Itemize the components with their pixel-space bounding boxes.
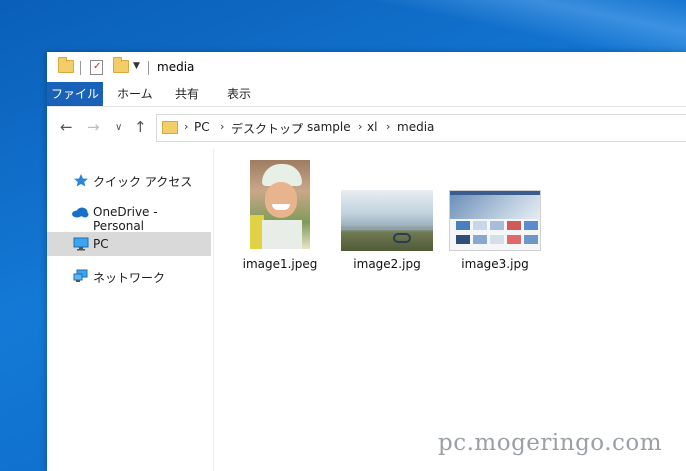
file-name[interactable]: image2.jpg [347, 257, 427, 271]
properties-icon[interactable]: ✓ [90, 60, 103, 75]
network-icon [73, 269, 88, 282]
file-name[interactable]: image1.jpeg [240, 257, 320, 271]
tab-home[interactable]: ホーム [117, 82, 153, 106]
file-name[interactable]: image3.jpg [455, 257, 535, 271]
breadcrumb-media[interactable]: media [397, 120, 434, 134]
navigation-bar: ← → ∨ ↑ › PC › デスクトップ › sample › xl › me… [47, 107, 686, 149]
sidebar-item-label: ネットワーク [93, 271, 166, 285]
breadcrumb-chevron-icon[interactable]: › [358, 120, 362, 133]
sidebar-item-onedrive[interactable]: OneDrive - Personal [47, 200, 211, 233]
sidebar-item-label: クイック アクセス [93, 175, 193, 189]
breadcrumb-desktop[interactable]: デスクトップ [231, 120, 303, 137]
folder-icon [162, 121, 178, 134]
sidebar-item-quick-access[interactable]: クイック アクセス [47, 168, 211, 192]
breadcrumb-sample[interactable]: sample [307, 120, 351, 134]
navigation-pane: クイック アクセス OneDrive - Personal PC ネットワーク [47, 149, 214, 471]
folder-icon[interactable] [58, 57, 74, 73]
back-arrow-icon[interactable]: ← [60, 119, 73, 135]
tab-file[interactable]: ファイル [47, 82, 103, 106]
sidebar-item-network[interactable]: ネットワーク [47, 264, 211, 288]
title-bar: ✓ ▼ media [47, 52, 686, 82]
forward-arrow-icon[interactable]: → [87, 119, 100, 135]
pc-monitor-icon [73, 237, 89, 251]
address-bar[interactable]: › PC › デスクトップ › sample › xl › media [156, 114, 686, 142]
file-explorer-window: ✓ ▼ media ファイル ホーム 共有 表示 ← → ∨ ↑ › PC › … [47, 52, 686, 471]
new-folder-icon[interactable] [113, 57, 129, 73]
window-title: media [157, 60, 195, 74]
file-list: image1.jpeg image2.jpg image3.jpg [214, 149, 686, 471]
webpage-screenshot-thumbnail[interactable] [449, 190, 541, 251]
divider [80, 61, 81, 75]
breadcrumb-chevron-icon[interactable]: › [386, 120, 390, 133]
ribbon-tabs: ファイル ホーム 共有 表示 [47, 82, 686, 107]
watermark-text: pc.mogeringo.com [438, 430, 663, 456]
divider [148, 61, 149, 75]
photo-landscape-thumbnail[interactable] [341, 190, 433, 251]
breadcrumb-xl[interactable]: xl [367, 120, 377, 134]
photo-child-thumbnail[interactable] [250, 160, 310, 249]
up-arrow-icon[interactable]: ↑ [134, 119, 147, 135]
onedrive-cloud-icon [72, 207, 89, 218]
breadcrumb-chevron-icon[interactable]: › [298, 120, 302, 133]
breadcrumb-chevron-icon[interactable]: › [184, 120, 188, 133]
sidebar-item-pc[interactable]: PC [47, 232, 211, 256]
recent-locations-chevron-icon[interactable]: ∨ [115, 120, 122, 136]
breadcrumb-chevron-icon[interactable]: › [220, 120, 224, 133]
breadcrumb-pc[interactable]: PC [194, 120, 210, 134]
sidebar-item-label: OneDrive - Personal [93, 205, 158, 233]
star-icon [74, 174, 88, 187]
tab-view[interactable]: 表示 [227, 82, 251, 106]
tab-share[interactable]: 共有 [175, 82, 199, 106]
sidebar-item-label: PC [93, 237, 109, 251]
customize-toolbar-dropdown-icon[interactable]: ▼ [133, 61, 140, 71]
